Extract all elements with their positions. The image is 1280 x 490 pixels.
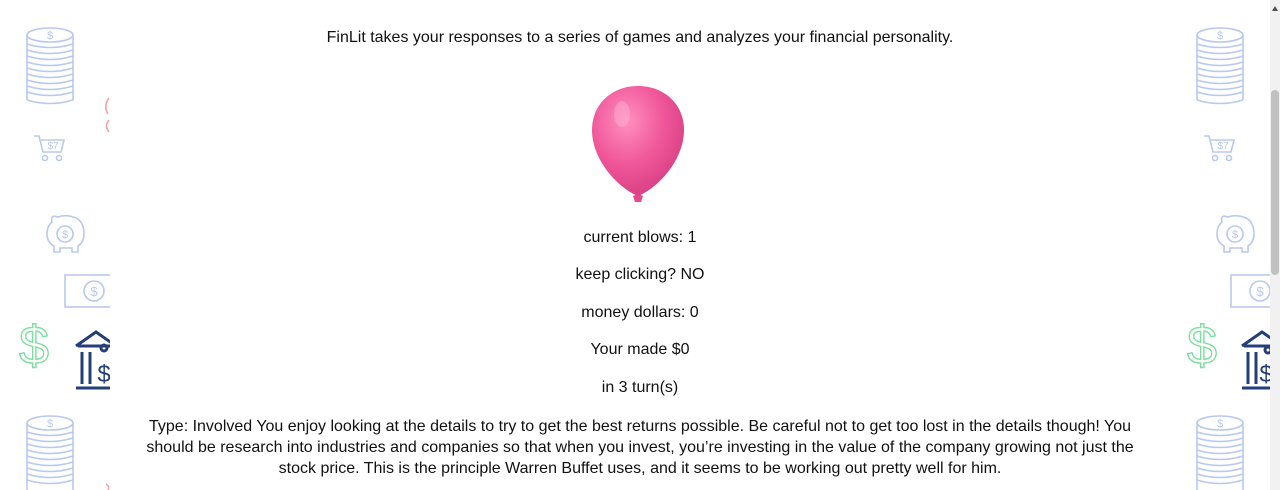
svg-text:$: $ <box>1217 418 1223 430</box>
svg-text:$: $ <box>1217 30 1223 42</box>
balloon-icon[interactable] <box>588 84 688 208</box>
dollar-sign-icon: $ <box>18 315 49 376</box>
shopping-cart-icon: $7 <box>1204 135 1236 162</box>
bank-icon: $ <box>75 330 110 390</box>
shopping-cart-icon: $7 <box>34 135 66 162</box>
svg-text:$: $ <box>1256 284 1264 299</box>
main-content: FinLit takes your responses to a series … <box>110 0 1170 490</box>
left-decor-column: $ $7 $ $ $ $ $ <box>0 0 110 490</box>
intro-text: FinLit takes your responses to a series … <box>326 29 954 46</box>
you-made-text: Your made $0 <box>590 341 690 358</box>
banknote-icon: $ <box>64 274 110 308</box>
svg-text:$: $ <box>62 229 68 241</box>
scroll-up-arrow-icon[interactable] <box>1272 6 1278 11</box>
right-decor-column: $ $7 $ $ $ $ $ <box>1170 0 1270 490</box>
svg-text:$7: $7 <box>47 141 59 152</box>
coin-stack-icon: $ <box>26 415 74 490</box>
vertical-scrollbar[interactable] <box>1270 0 1280 490</box>
coin-stack-icon: $ <box>26 27 74 105</box>
current-blows-text: current blows: 1 <box>583 229 697 246</box>
personality-result-text: Type: Involved You enjoy looking at the … <box>146 418 1134 477</box>
svg-text:$: $ <box>1232 229 1238 241</box>
money-dollars-text: money dollars: 0 <box>581 304 699 321</box>
keep-clicking-text: keep clicking? NO <box>575 266 705 283</box>
scrollbar-thumb[interactable] <box>1271 90 1279 275</box>
piggy-bank-icon: $ <box>1216 214 1255 253</box>
piggy-bank-icon: $ <box>46 214 85 253</box>
bank-icon: $ <box>1241 330 1270 390</box>
coin-stack-icon: $ <box>1196 415 1244 490</box>
svg-text:$: $ <box>19 316 49 376</box>
svg-text:$7: $7 <box>1217 141 1229 152</box>
svg-text:$: $ <box>47 418 53 430</box>
finlit-page: $ $7 $ $ $ $ $ FinLit takes your respons… <box>0 0 1280 490</box>
coin-stack-icon: $ <box>1196 27 1244 105</box>
svg-text:$: $ <box>47 30 53 42</box>
svg-text:$: $ <box>97 361 110 388</box>
svg-text:$: $ <box>1187 316 1217 376</box>
svg-text:$: $ <box>1259 361 1270 388</box>
banknote-icon: $ <box>1230 274 1270 308</box>
accent-arc-icon <box>104 97 110 133</box>
svg-text:$: $ <box>90 284 98 299</box>
dollar-sign-icon: $ <box>1186 315 1217 376</box>
turns-text: in 3 turn(s) <box>601 379 679 396</box>
